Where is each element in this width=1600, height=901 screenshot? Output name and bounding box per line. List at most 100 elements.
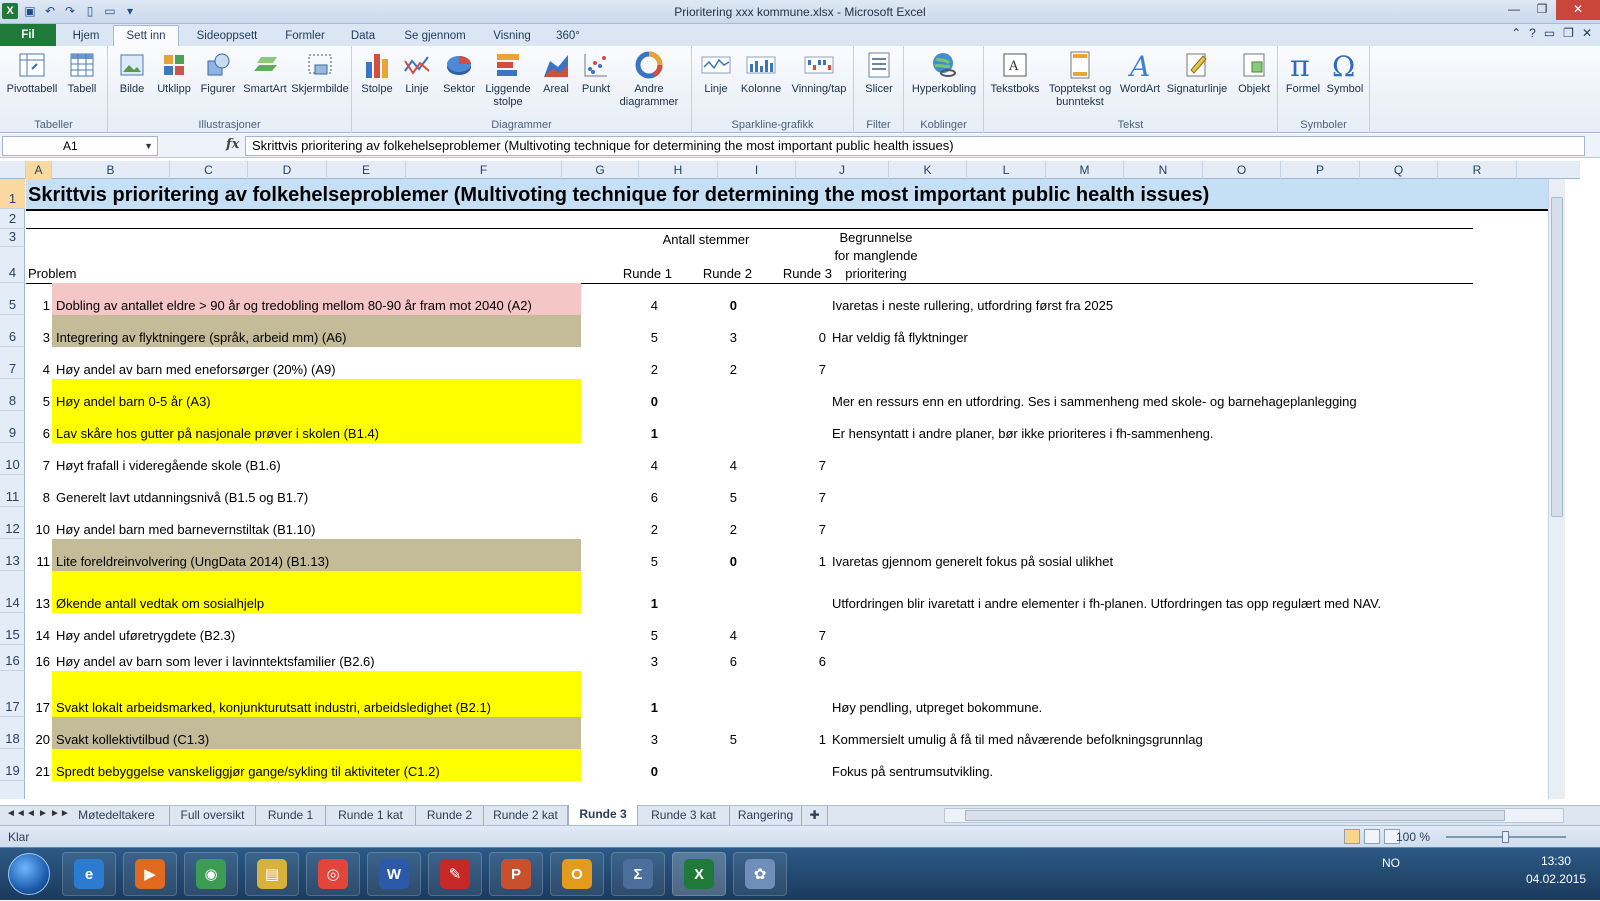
cell-runde3[interactable]: 0 (746, 315, 826, 347)
cell-runde1[interactable]: 3 (586, 645, 658, 671)
cell-runde1[interactable]: 2 (586, 507, 658, 539)
horizontal-scrollbar[interactable] (944, 808, 1564, 823)
tab-data[interactable]: Data (338, 26, 388, 46)
cell-runde2[interactable]: 6 (666, 645, 737, 671)
column-header-k[interactable]: K (889, 161, 967, 179)
cell-problem[interactable]: Økende antall vedtak om sosialhjelp (56, 571, 264, 613)
cell-nr[interactable]: 6 (26, 411, 50, 443)
cell-problem[interactable]: Høy andel av barn som lever i lavinntekt… (56, 645, 375, 671)
objekt-button[interactable]: Objekt (1232, 49, 1276, 96)
minimize-icon[interactable]: — (1500, 0, 1528, 20)
taskbar-app-excel[interactable]: X (672, 852, 726, 896)
sheet-tab[interactable]: Runde 1 (256, 806, 326, 825)
cell-begrunnelse[interactable]: Mer en ressurs enn en utfordring. Ses i … (832, 379, 1357, 411)
formel-button[interactable]: π Formel (1282, 49, 1324, 96)
tab-formler[interactable]: Formler (276, 26, 334, 46)
linje-chart-button[interactable]: Linje (398, 49, 436, 96)
cell-nr[interactable]: 1 (26, 283, 50, 315)
column-header-e[interactable]: E (327, 161, 406, 179)
row-header-3[interactable]: 3 (0, 229, 25, 247)
taskbar-app-nettverk[interactable]: ◉ (184, 852, 238, 896)
sheet-tab[interactable]: Runde 3 kat (638, 806, 730, 825)
cell-runde3[interactable] (746, 749, 826, 781)
begrunnelse-label-1[interactable]: Begrunnelse (796, 227, 956, 247)
runde1-header[interactable]: Runde 1 (586, 263, 672, 283)
formula-input[interactable]: Skrittvis prioritering av folkehelseprob… (245, 136, 1585, 156)
cell-nr[interactable]: 10 (26, 507, 50, 539)
cell-runde1[interactable]: 1 (586, 571, 658, 613)
cell-begrunnelse[interactable]: Høy pendling, utpreget bokommune. (832, 671, 1042, 717)
andre-diagrammer-button[interactable]: Andre diagrammer (616, 49, 682, 109)
cell-problem[interactable]: Svakt lokalt arbeidsmarked, konjunkturut… (56, 671, 491, 717)
tab-sett-inn[interactable]: Sett inn (113, 25, 179, 46)
close-workbook-icon[interactable]: ✕ (1582, 26, 1592, 40)
cell-runde1[interactable]: 1 (586, 671, 658, 717)
name-box-dropdown-icon[interactable]: ▼ (144, 137, 153, 155)
cell-problem[interactable]: Høy andel av barn med eneforsørger (20%)… (56, 347, 336, 379)
runde3-header[interactable]: Runde 3 (746, 263, 832, 283)
figurer-button[interactable]: Figurer (196, 49, 240, 96)
symbol-button[interactable]: Ω Symbol (1324, 49, 1366, 96)
taskbar-app-chrome[interactable]: ◎ (306, 852, 360, 896)
sparkline-kolonne-button[interactable]: Kolonne (736, 49, 786, 96)
sheet-tab[interactable]: Full oversikt (170, 806, 256, 825)
cell-runde2[interactable]: 2 (666, 507, 737, 539)
cell-runde2[interactable] (666, 379, 737, 411)
sheet-tab[interactable]: Runde 1 kat (326, 806, 416, 825)
column-header-q[interactable]: Q (1360, 161, 1438, 179)
utklipp-button[interactable]: Utklipp (152, 49, 196, 96)
cell-runde3[interactable]: 1 (746, 717, 826, 749)
cell-nr[interactable]: 17 (26, 671, 50, 717)
cell-runde3[interactable]: 7 (746, 475, 826, 507)
cell-runde1[interactable]: 0 (586, 749, 658, 781)
cell-runde1[interactable]: 5 (586, 539, 658, 571)
maximize-icon[interactable]: ❐ (1528, 0, 1556, 20)
cell-problem[interactable]: Integrering av flyktningere (språk, arbe… (56, 315, 346, 347)
column-header-d[interactable]: D (248, 161, 327, 179)
slicer-button[interactable]: Slicer (858, 49, 900, 96)
liggende-stolpe-button[interactable]: Liggende stolpe (480, 49, 536, 109)
taskbar-app-powerpoint[interactable]: P (489, 852, 543, 896)
cell-runde2[interactable] (666, 671, 737, 717)
column-header-r[interactable]: R (1438, 161, 1517, 179)
column-header-j[interactable]: J (796, 161, 889, 179)
help-icon[interactable]: ? (1529, 26, 1536, 40)
cell-problem[interactable]: Svakt kollektivtilbud (C1.3) (56, 717, 209, 749)
cell-runde2[interactable]: 4 (666, 443, 737, 475)
stolpe-button[interactable]: Stolpe (356, 49, 398, 96)
sheet-tab[interactable]: Møtedeltakere (64, 806, 170, 825)
cell-runde3[interactable] (746, 571, 826, 613)
vinning-tap-button[interactable]: Vinning/tap (786, 49, 852, 96)
row-header-10[interactable]: 10 (0, 443, 25, 475)
page-layout-view-icon[interactable] (1364, 829, 1380, 844)
column-header-g[interactable]: G (562, 161, 639, 179)
row-header-2[interactable]: 2 (0, 209, 25, 229)
close-icon[interactable]: ✕ (1556, 0, 1600, 20)
cell-runde2[interactable]: 0 (666, 283, 737, 315)
next-sheet-icon[interactable]: ► (38, 808, 48, 819)
normal-view-icon[interactable] (1344, 829, 1360, 844)
first-sheet-icon[interactable]: ◄◄ (6, 808, 26, 819)
column-header-a[interactable]: A (26, 161, 52, 179)
column-header-b[interactable]: B (52, 161, 170, 179)
taskbar-app-adobe-reader[interactable]: ✎ (428, 852, 482, 896)
name-box[interactable]: A1 ▼ (2, 136, 158, 156)
cell-runde1[interactable]: 5 (586, 613, 658, 645)
prev-sheet-icon[interactable]: ◄ (26, 808, 36, 819)
tab-360[interactable]: 360° (546, 26, 590, 46)
column-header-f[interactable]: F (406, 161, 562, 179)
cell-runde3[interactable]: 7 (746, 347, 826, 379)
row-header-17[interactable]: 17 (0, 671, 25, 717)
cell-runde3[interactable]: 7 (746, 443, 826, 475)
cell-runde2[interactable]: 4 (666, 613, 737, 645)
vertical-scrollbar[interactable] (1548, 179, 1565, 799)
row-header-6[interactable]: 6 (0, 315, 25, 347)
column-header-m[interactable]: M (1046, 161, 1124, 179)
cell-problem[interactable]: Høy andel barn 0-5 år (A3) (56, 379, 211, 411)
runde2-header[interactable]: Runde 2 (666, 263, 752, 283)
cell-runde3[interactable] (746, 283, 826, 315)
taskbar-app-paint[interactable]: ✿ (733, 852, 787, 896)
taskbar-app-outlook[interactable]: O (550, 852, 604, 896)
row-header-9[interactable]: 9 (0, 411, 25, 443)
smartart-button[interactable]: SmartArt (240, 49, 290, 96)
